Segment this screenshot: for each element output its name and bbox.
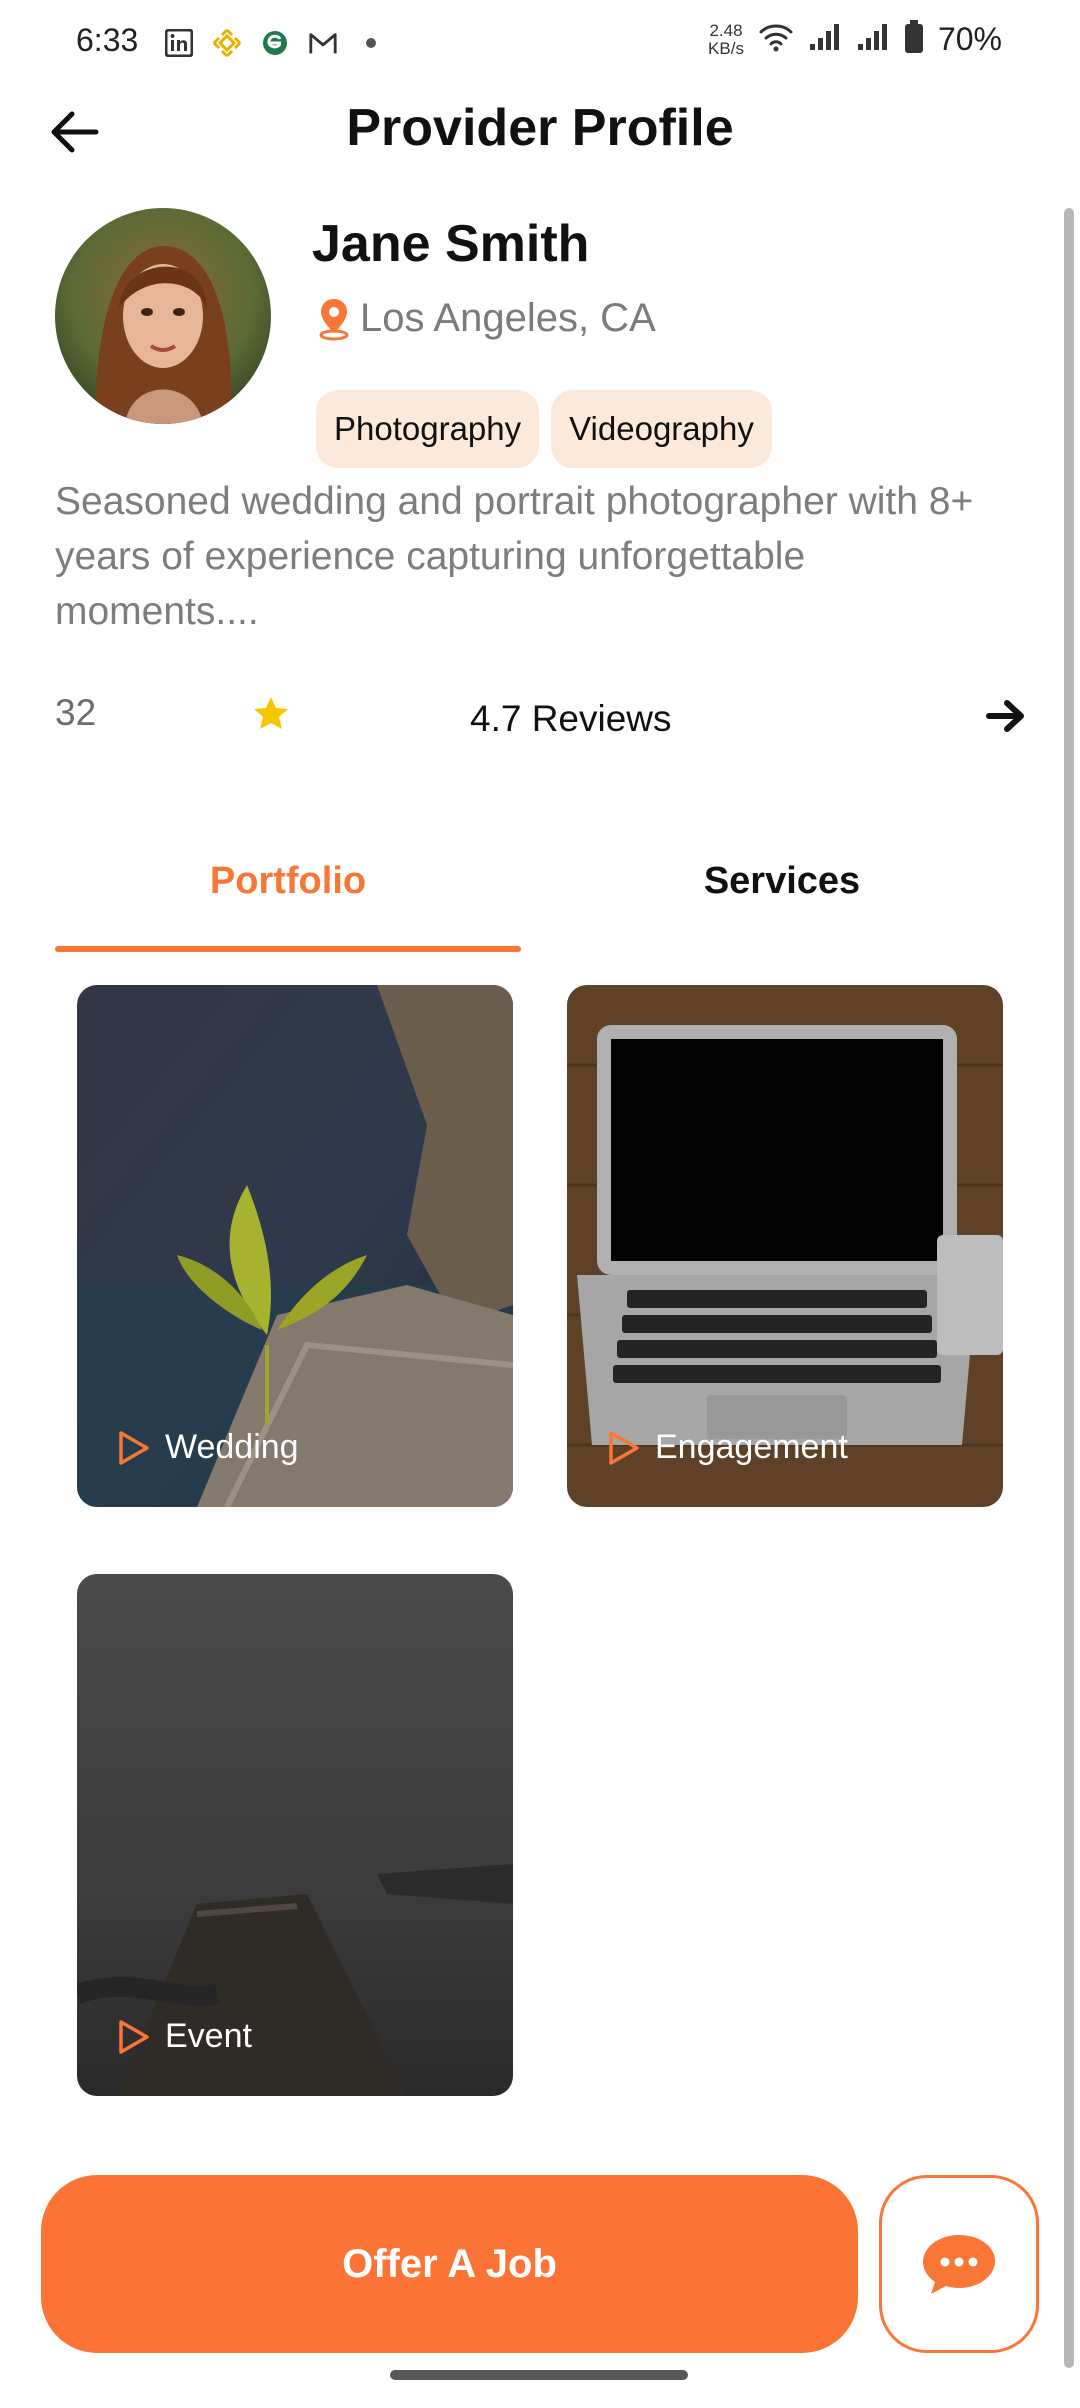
wifi-icon: [758, 22, 794, 57]
linkedin-icon: [164, 28, 194, 58]
signal-icon-2: [856, 22, 890, 57]
battery-percent: 70%: [937, 21, 1002, 57]
page-title: Provider Profile: [346, 99, 734, 157]
tab-portfolio[interactable]: Portfolio: [55, 840, 521, 952]
tag-videography: Videography: [551, 390, 772, 468]
portfolio-label: Event: [115, 2017, 252, 2056]
portfolio-label-text: Wedding: [165, 1428, 299, 1466]
play-icon: [609, 1430, 639, 1465]
net-speed-unit: KB/s: [708, 38, 744, 58]
status-right: 2.48 KB/s 70%: [708, 20, 1002, 59]
binance-icon: [212, 28, 242, 58]
status-app-icons: [164, 28, 386, 58]
dot-icon: [356, 28, 386, 58]
avatar: [55, 208, 271, 424]
offer-job-button[interactable]: Offer A Job: [41, 2175, 858, 2353]
arrow-right-icon: [986, 700, 1024, 732]
category-tags: Photography Videography: [316, 390, 772, 468]
bio-text: Seasoned wedding and portrait photograph…: [55, 480, 974, 633]
chat-button[interactable]: [879, 2175, 1039, 2353]
portfolio-item-engagement[interactable]: Engagement: [567, 985, 1003, 1507]
portfolio-label-text: Event: [165, 2017, 252, 2055]
status-time: 6:33: [76, 22, 139, 58]
home-indicator[interactable]: [390, 2370, 688, 2380]
profile-tabs: Portfolio Services: [55, 840, 1015, 952]
location-pin-icon: [319, 298, 349, 340]
play-icon: [119, 2019, 149, 2054]
rating-text: 4.7 Reviews: [470, 698, 672, 739]
portfolio-item-wedding[interactable]: Wedding: [77, 985, 513, 1507]
status-bar: 6:33 2.48 KB/s 70%: [0, 0, 1080, 90]
chat-bubble-icon: [923, 2235, 995, 2294]
tab-services[interactable]: Services: [549, 840, 1015, 952]
gmail-icon: [308, 28, 338, 58]
tab-indicator: [55, 946, 521, 952]
portfolio-label-text: Engagement: [655, 1428, 848, 1466]
star-icon: [254, 697, 288, 729]
portfolio-item-event[interactable]: Event: [77, 1574, 513, 2096]
location: Los Angeles, CA: [316, 296, 656, 341]
battery-icon: [904, 20, 924, 59]
scrollbar[interactable]: [1064, 208, 1074, 2368]
review-count: 32: [55, 692, 97, 733]
reviews-arrow-button[interactable]: [982, 692, 1030, 740]
net-speed: 2.48 KB/s: [708, 20, 744, 58]
provider-name: Jane Smith: [312, 215, 590, 273]
signal-icon-1: [808, 22, 842, 57]
tag-photography: Photography: [316, 390, 540, 468]
location-text: Los Angeles, CA: [360, 296, 656, 340]
portfolio-label: Engagement: [605, 1428, 848, 1467]
e-app-icon: [260, 28, 290, 58]
rating-row[interactable]: 32 4.7 Reviews: [55, 680, 1030, 750]
play-icon: [119, 1430, 149, 1465]
net-speed-value: 2.48: [709, 20, 743, 40]
portfolio-label: Wedding: [115, 1428, 299, 1467]
